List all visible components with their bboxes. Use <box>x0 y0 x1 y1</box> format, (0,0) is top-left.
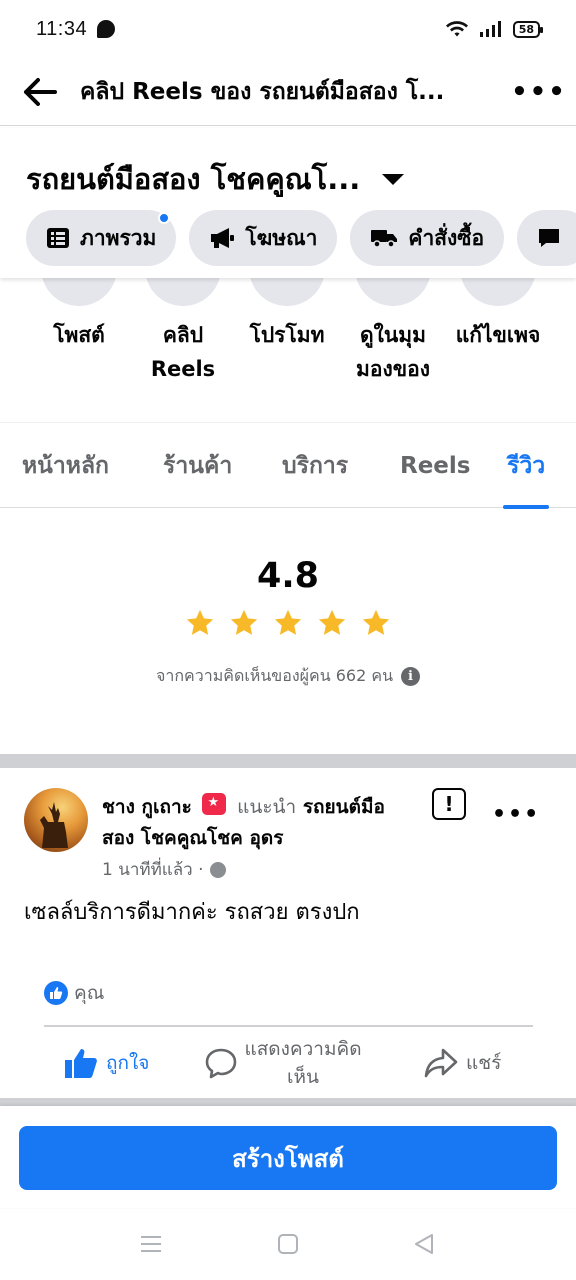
review-more-button[interactable]: ••• <box>492 802 540 827</box>
comment-icon <box>205 1048 237 1079</box>
tab-home[interactable]: หน้าหลัก <box>22 423 109 509</box>
notification-dot <box>158 212 171 224</box>
edit-page-icon <box>460 278 536 306</box>
star-icon <box>318 609 346 635</box>
pill-orders[interactable]: คำสั่งซื้อ <box>350 210 505 266</box>
star-icon <box>186 609 214 635</box>
share-button[interactable]: แชร์ <box>424 1028 501 1098</box>
divider <box>44 1025 533 1027</box>
star-rating <box>0 608 576 638</box>
action-promote[interactable]: โปรโมท <box>232 278 342 352</box>
like-reaction-icon <box>44 981 68 1005</box>
report-icon[interactable]: ! <box>432 788 466 820</box>
page-name: รถยนต์มือสอง โชคคูณโ... <box>26 162 361 196</box>
page-title: คลิป Reels ของ รถยนต์มือสอง โ... <box>80 78 445 105</box>
star-icon <box>362 609 390 635</box>
messenger-notification-icon <box>97 20 116 38</box>
action-label: คลิป Reels <box>150 323 216 381</box>
comment-button[interactable]: แสดงความคิด เห็น <box>204 1028 368 1098</box>
review-author[interactable]: ชาง กูเถาะ <box>102 796 192 818</box>
action-label: โปรโมท <box>249 323 325 347</box>
like-button[interactable]: ถูกใจ <box>64 1028 149 1098</box>
action-label: โพสต์ <box>53 323 105 347</box>
pill-label: คำสั่งซื้อ <box>408 225 485 250</box>
caret-down-icon <box>382 173 405 185</box>
tab-services[interactable]: บริการ <box>282 423 348 509</box>
star-icon <box>230 609 258 635</box>
back-button[interactable] <box>0 58 80 126</box>
rating-count-text: จากความคิดเห็นของผู้คน 662 คน <box>155 666 394 685</box>
page-actions-row: โพสต์ คลิป Reels โปรโมท ดูในมุม มองของ แก้… <box>0 278 576 418</box>
action-post[interactable]: โพสต์ <box>24 278 134 352</box>
action-label: ดูในมุม มองของ <box>356 323 430 381</box>
recommend-badge-icon <box>202 793 227 815</box>
chat-icon <box>537 227 561 249</box>
review-header: ชาง กูเถาะ แนะนำ รถยนต์มือสอง โชคคูณโชค … <box>102 792 402 854</box>
reels-icon <box>145 278 221 306</box>
menu-icon[interactable] <box>139 1233 163 1255</box>
review-text: เซลล์บริการดีมากค่ะ รถสวย ตรงปก <box>24 900 360 925</box>
battery-icon: 58 <box>512 20 544 38</box>
reactions-summary[interactable]: คุณ <box>44 978 104 1008</box>
comment-label: แสดงความคิด เห็น <box>244 1038 362 1088</box>
create-post-button[interactable]: สร้างโพสต์ <box>19 1126 557 1190</box>
view-as-icon <box>355 278 431 306</box>
reaction-buttons: ถูกใจ แสดงความคิด เห็น แชร์ <box>0 1028 576 1098</box>
rating-count: จากความคิดเห็นของผู้คน 662 คน i <box>0 664 576 689</box>
action-view-as[interactable]: ดูในมุม มองของ <box>338 278 448 386</box>
promote-icon <box>249 278 325 306</box>
pill-label: ภาพรวม <box>80 225 157 250</box>
pill-ads[interactable]: โฆษณา <box>189 210 338 266</box>
home-icon[interactable] <box>276 1232 300 1256</box>
tab-shop[interactable]: ร้านค้า <box>163 423 232 509</box>
pill-more[interactable] <box>517 210 576 266</box>
top-app-bar: คลิป Reels ของ รถยนต์มือสอง โ... ••• <box>0 58 576 126</box>
page-tabs: หน้าหลัก ร้านค้า บริการ Reels รีวิว <box>0 422 576 509</box>
more-options-button[interactable]: ••• <box>502 58 576 126</box>
post-icon <box>41 278 117 306</box>
share-label: แชร์ <box>466 1052 502 1074</box>
status-time: 11:34 <box>36 17 88 40</box>
reactions-text: คุณ <box>74 982 105 1004</box>
page-tools-pills: ภาพรวม โฆษณา คำสั่งซื้อ <box>26 210 576 266</box>
page-header: รถยนต์มือสอง โชคคูณโ... ภาพรวม โฆษณา คำส… <box>0 128 576 278</box>
pill-label: โฆษณา <box>245 225 318 250</box>
review-timestamp: 1 นาทีที่แล้ว · <box>102 856 226 883</box>
recommends-label: แนะนำ <box>237 796 297 818</box>
section-divider <box>0 1098 576 1106</box>
signal-icon <box>479 21 501 37</box>
pill-overview[interactable]: ภาพรวม <box>26 210 177 266</box>
review-time-text: 1 นาทีที่แล้ว · <box>102 860 204 880</box>
back-nav-icon[interactable] <box>412 1232 436 1256</box>
page-switcher[interactable]: รถยนต์มือสอง โชคคูณโ... <box>26 156 405 202</box>
action-label: แก้ไขเพจ <box>455 323 541 347</box>
share-icon <box>424 1048 458 1078</box>
back-arrow-icon <box>24 77 57 106</box>
review-card: ชาง กูเถาะ แนะนำ รถยนต์มือสอง โชคคูณโชค … <box>0 768 576 1098</box>
star-icon <box>274 609 302 635</box>
megaphone-icon <box>209 227 235 249</box>
bottom-action-bar: สร้างโพสต์ <box>0 1106 576 1208</box>
list-icon <box>46 227 70 249</box>
rating-summary: 4.8 จากความคิดเห็นของผู้คน 662 คน i <box>0 508 576 754</box>
deer-silhouette-icon <box>40 802 68 848</box>
like-label: ถูกใจ <box>106 1052 150 1074</box>
wifi-icon <box>445 21 468 37</box>
status-icons: 58 <box>445 20 544 38</box>
tab-reels[interactable]: Reels <box>400 423 470 509</box>
thumbs-up-icon <box>65 1049 97 1078</box>
tab-reviews[interactable]: รีวิว <box>502 423 550 509</box>
rating-value: 4.8 <box>256 556 319 596</box>
globe-icon <box>209 861 226 878</box>
info-icon[interactable]: i <box>401 667 421 686</box>
avatar[interactable] <box>24 788 88 852</box>
action-reels[interactable]: คลิป Reels <box>128 278 238 386</box>
action-edit-page[interactable]: แก้ไขเพจ <box>443 278 553 352</box>
truck-icon <box>370 227 398 249</box>
status-bar: 11:34 58 <box>0 0 576 58</box>
section-divider <box>0 754 576 768</box>
system-nav-bar <box>0 1208 576 1280</box>
